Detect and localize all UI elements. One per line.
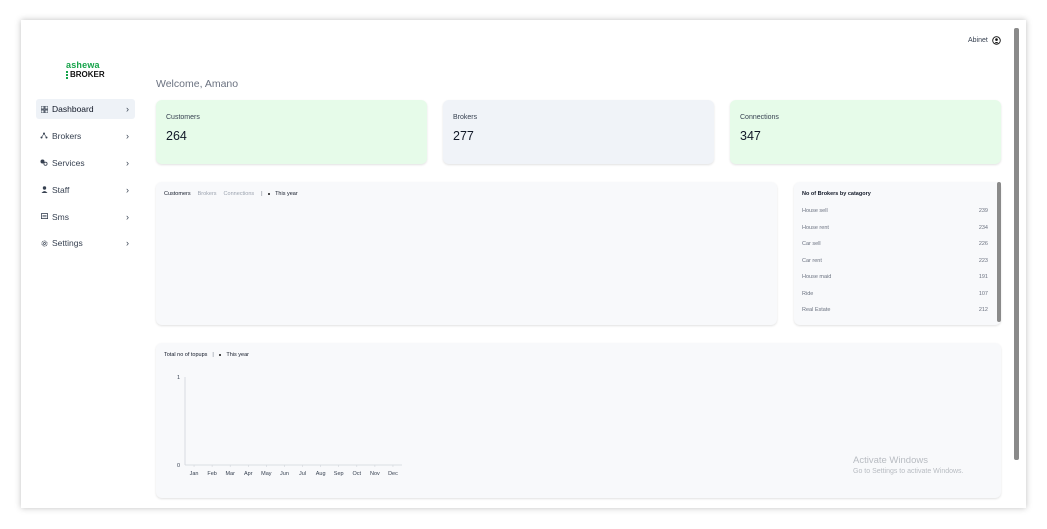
stat-card-connections[interactable]: Connections 347 [730,100,1001,164]
user-circle-icon [992,36,1001,45]
message-icon [40,213,48,221]
category-name: House rent [802,224,829,231]
chevron-right-icon: › [126,157,129,168]
category-title: No of Brokers by catagory [802,191,871,197]
watermark-subtitle: Go to Settings to activate Windows. [853,468,964,475]
category-name: Ride [802,290,814,297]
category-name: Car sell [802,241,821,247]
services-icon [40,159,48,167]
stat-value: 277 [453,129,474,143]
category-count: 223 [978,257,988,264]
chevron-right-icon: › [126,211,129,222]
x-tick-label: Feb [207,471,216,477]
category-count: 234 [978,224,988,231]
tab-brokers[interactable]: Brokers [198,191,217,197]
stat-label: Customers [166,114,200,121]
stat-label: Connections [740,114,779,121]
sidebar-item-label: Dashboard [52,104,94,114]
stat-card-brokers[interactable]: Brokers 277 [443,100,714,164]
category-card: No of Brokers by catagory House sell 239 … [794,182,1001,325]
activity-tabs: Customers Brokers Connections | This yea… [164,191,298,197]
tab-customers[interactable]: Customers [164,191,191,197]
category-scrollbar[interactable] [997,182,1001,322]
page-title: Welcome, Amano [156,78,239,90]
user-name: Abinet [968,37,988,44]
list-item: Car rent 223 [802,258,988,275]
x-tick-label: Aug [316,471,326,477]
bullet-icon [267,192,271,196]
category-name: Real Estate [802,307,831,313]
category-name: House maid [802,274,832,280]
x-tick-label: Oct [353,471,362,477]
stat-card-customers[interactable]: Customers 264 [156,100,427,164]
x-tick-label: Dec [388,471,398,477]
grid-icon [40,105,48,113]
person-icon [40,186,48,194]
chevron-right-icon: › [126,184,129,195]
chevron-right-icon: › [126,130,129,141]
sidebar-item-label: Settings [52,238,83,249]
stat-label: Brokers [453,114,478,121]
list-item: House maid 191 [802,274,988,291]
sidebar-item-services[interactable]: Services › [36,153,135,173]
list-item: Car sell 226 [802,241,988,258]
x-tick-label: Jan [190,471,199,477]
list-item: Ride 107 [802,291,988,308]
page-scrollbar-thumb[interactable] [1014,28,1019,460]
sidebar-item-label: Sms [52,211,69,222]
chevron-right-icon: › [126,104,129,114]
sidebar-item-dashboard[interactable]: Dashboard › [36,99,135,119]
category-list: House sell 239 House rent 234 Car sell 226 … [802,208,988,324]
list-item: House sell 239 [802,208,988,225]
x-tick-label: Mar [225,471,235,477]
stat-value: 264 [166,129,187,143]
period-selector[interactable]: This year [275,191,298,197]
brand-logo-top: ashewa [66,60,100,70]
user-menu[interactable]: Abinet [968,36,1001,45]
brand-logo[interactable]: ashewa BROKER [66,60,110,80]
stat-value: 347 [740,129,761,143]
y-tick-label: 1 [177,375,180,381]
x-tick-label: Nov [370,471,380,477]
sidebar-item-label: Brokers [52,130,82,141]
branch-icon [40,132,48,140]
sidebar: Dashboard › Brokers › Services › Staff ›… [36,99,135,260]
brand-logo-bottom: BROKER [70,70,105,79]
x-tick-label: Jun [280,471,289,477]
activate-windows-watermark: Activate Windows Go to Settings to activ… [853,455,964,475]
divider: | [261,191,263,197]
tab-connections[interactable]: Connections [224,191,255,197]
gear-icon [40,239,48,247]
x-tick-label: Apr [244,471,253,477]
category-name: Car rent [802,257,822,264]
watermark-title: Activate Windows [853,455,928,466]
x-tick-label: May [261,471,272,477]
sidebar-item-label: Services [52,157,85,168]
activity-chart-card: Customers Brokers Connections | This yea… [156,182,777,325]
category-name: House sell [802,208,828,214]
category-count: 226 [978,241,988,247]
list-item: House rent 234 [802,225,988,242]
sidebar-item-sms[interactable]: Sms › [36,207,135,227]
category-count: 107 [978,290,988,297]
category-count: 191 [978,274,988,280]
logo-bars-icon [66,71,68,79]
x-tick-label: Sep [334,471,344,477]
chevron-right-icon: › [126,238,129,249]
category-count: 212 [978,307,988,313]
sidebar-item-brokers[interactable]: Brokers › [36,126,135,146]
x-tick-label: Jul [299,471,306,477]
sidebar-item-label: Staff [52,184,70,195]
sidebar-item-settings[interactable]: Settings › [36,233,135,253]
list-item: Real Estate 212 [802,307,988,324]
category-count: 239 [978,208,988,214]
y-tick-label: 0 [177,463,180,469]
sidebar-item-staff[interactable]: Staff › [36,180,135,200]
